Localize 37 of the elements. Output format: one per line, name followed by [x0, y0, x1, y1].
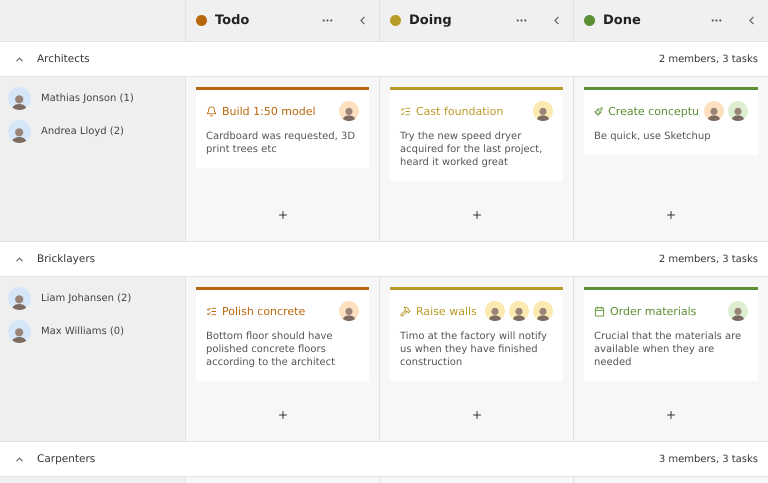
- task-card[interactable]: Build 1:50 model Cardboard was requested, 3D print trees etc: [196, 87, 369, 168]
- column-title: Todo: [215, 13, 250, 28]
- task-title: Cast foundation: [416, 104, 504, 118]
- task-description: Crucial that the materials are available when they are needed: [594, 330, 742, 369]
- lane-summary: 2 members, 3 tasks: [658, 54, 758, 64]
- task-title: Raise walls: [416, 304, 478, 318]
- task-card[interactable]: Order materials Crucial that the materials are available when they are needed: [584, 287, 758, 381]
- hammer-icon: [400, 306, 411, 316]
- task-description: Timo at the factory will notify us when they have finished construction: [400, 330, 548, 369]
- task-card[interactable]: Polish concrete Bottom floor should have polished concrete floors according to the architect: [196, 287, 369, 381]
- lane-name: Architects: [37, 53, 91, 65]
- bell-icon: [206, 106, 217, 116]
- brush-icon: [594, 106, 604, 116]
- calendar-icon: [594, 306, 605, 316]
- task-title: Create conceptu: [608, 104, 699, 118]
- task-card[interactable]: Cast foundation Try the new speed dryer acquired for the last project, heard it worked great: [390, 87, 563, 181]
- checklist-icon: [206, 306, 217, 316]
- task-description: Be quick, use Sketchup: [594, 130, 712, 143]
- column-title: Done: [603, 13, 642, 28]
- task-title: Build 1:50 model: [222, 104, 317, 118]
- task-description: Try the new speed dryer acquired for the last project, heard it worked great: [400, 130, 544, 169]
- checklist-icon: [400, 106, 411, 116]
- task-description: Cardboard was requested, 3D print trees etc: [206, 130, 356, 156]
- lane-summary: 3 members, 3 tasks: [658, 454, 758, 464]
- column-title: Doing: [409, 13, 453, 28]
- member-name: Max Williams (0): [41, 326, 124, 337]
- lane-name: Bricklayers: [37, 253, 96, 265]
- task-card[interactable]: Create conceptu Be quick, use Sketchup: [584, 87, 758, 155]
- lane-summary: 2 members, 3 tasks: [658, 254, 758, 264]
- task-description: Bottom floor should have polished concrete floors according to the architect: [206, 330, 336, 369]
- task-card[interactable]: Raise walls Timo at the factory will notify us when they have finished construction: [390, 287, 563, 381]
- member-name: Andrea Lloyd (2): [41, 126, 124, 137]
- lane-name: Carpenters: [37, 453, 96, 465]
- task-title: Polish concrete: [222, 304, 306, 318]
- task-title: Order materials: [610, 304, 698, 318]
- member-name: Mathias Jonson (1): [41, 93, 134, 104]
- member-name: Liam Johansen (2): [41, 293, 132, 304]
